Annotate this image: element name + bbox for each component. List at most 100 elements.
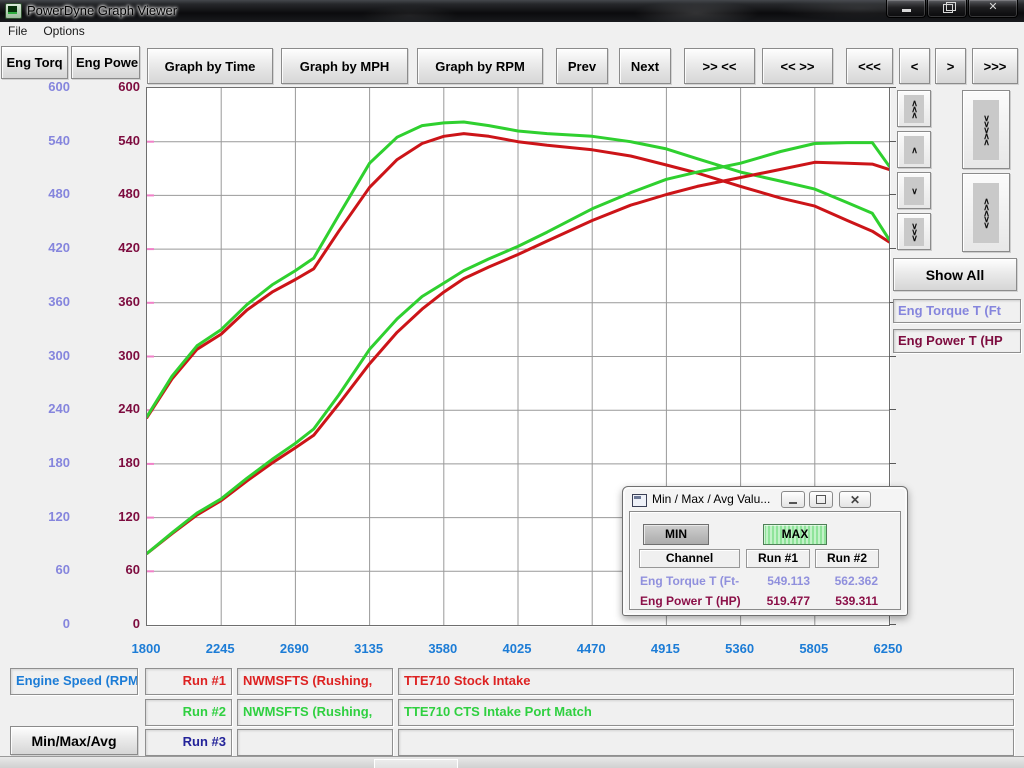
toolbar-button-symbol[interactable]: >> << [684, 48, 755, 84]
toolbar-button-graph-by-rpm[interactable]: Graph by RPM [417, 48, 543, 84]
y-axis-tick-power: 540 [88, 133, 140, 148]
toolbar-button-symbol[interactable]: > [935, 48, 966, 84]
scroll-down-fast-icon: ∨∨∨ [904, 218, 924, 246]
x-axis-tick: 4915 [630, 641, 700, 656]
y-axis-tick-torque: 300 [18, 348, 70, 363]
row-label-eng-power: Eng Power T (HP) [640, 594, 741, 608]
menu-item-options[interactable]: Options [35, 22, 92, 40]
y-axis-tick-torque: 0 [18, 616, 70, 631]
y-axis-tick-power: 0 [88, 616, 140, 631]
x-axis-tick: 3580 [408, 641, 478, 656]
y-axis-tick-torque: 420 [18, 240, 70, 255]
x-axis-tick: 5360 [705, 641, 775, 656]
zoom-out-vertical-button[interactable]: ∧∧∧∨∨ [962, 173, 1010, 252]
tab-eng-power[interactable]: Eng Powe [71, 46, 140, 79]
toolbar-button-prev[interactable]: Prev [556, 48, 608, 84]
y-axis-tick-torque: 180 [18, 455, 70, 470]
min-toggle-button[interactable]: MIN [643, 524, 709, 545]
menu-item-file[interactable]: File [0, 22, 35, 40]
taskbar-peek [374, 759, 458, 768]
value-power-run1: 519.477 [740, 594, 810, 608]
min-max-avg-button[interactable]: Min/Max/Avg [10, 726, 138, 755]
y-axis-tick-torque: 540 [18, 133, 70, 148]
channel-item-eng-torque-label: Eng Torque T (Ft [898, 303, 1001, 318]
maximize-icon [943, 4, 953, 13]
zoom-in-vertical-icon: ∨∨∨∧∧ [973, 100, 999, 160]
scroll-up-fast-button[interactable]: ∧∧∧ [897, 90, 931, 127]
y-axis-tick-torque: 120 [18, 509, 70, 524]
scroll-up-fast-icon: ∧∧∧ [904, 95, 924, 123]
channel-item-eng-torque[interactable]: Eng Torque T (Ft [893, 299, 1021, 323]
scroll-up-button[interactable]: ∧ [897, 131, 931, 168]
toolbar-button-graph-by-mph[interactable]: Graph by MPH [281, 48, 408, 84]
run-3-comment-field [237, 729, 393, 756]
x-axis-tick: 4025 [482, 641, 552, 656]
dialog-close-button[interactable]: ✕ [839, 491, 871, 508]
y-axis-tick-torque: 480 [18, 186, 70, 201]
scroll-down-icon: ∨ [904, 177, 924, 205]
dialog-close-icon: ✕ [850, 493, 860, 507]
right-axis-tick [889, 409, 896, 410]
tab-eng-torque[interactable]: Eng Torq [1, 46, 68, 79]
y-axis-tick-power: 300 [88, 348, 140, 363]
x-axis-channel-box: Engine Speed (RPM [10, 668, 138, 695]
scroll-up-icon: ∧ [904, 136, 924, 164]
y-axis-tick-power: 60 [88, 562, 140, 577]
y-axis-tick-torque: 600 [18, 79, 70, 94]
minimize-button[interactable] [886, 0, 926, 18]
y-axis-tick-power: 180 [88, 455, 140, 470]
row-label-eng-torque: Eng Torque T (Ft- [640, 574, 739, 588]
scroll-down-button[interactable]: ∨ [897, 172, 931, 209]
toolbar-button-symbol[interactable]: <<< [846, 48, 893, 84]
minimize-icon [902, 9, 911, 12]
run-1-comment-field: NWMSFTS (Rushing, [237, 668, 393, 695]
dialog-restore-button[interactable] [809, 491, 833, 508]
close-icon: ✕ [988, 1, 997, 13]
x-axis-tick: 2245 [185, 641, 255, 656]
app-icon [5, 3, 22, 19]
close-button[interactable]: ✕ [968, 0, 1018, 18]
zoom-out-vertical-icon: ∧∧∧∨∨ [973, 183, 999, 243]
dialog-minimize-button[interactable] [781, 491, 805, 508]
x-axis-tick: 2690 [259, 641, 329, 656]
y-axis-tick-power: 420 [88, 240, 140, 255]
toolbar-button-symbol[interactable]: < [899, 48, 930, 84]
run-2-description-field: TTE710 CTS Intake Port Match [398, 699, 1014, 726]
y-axis-tick-torque: 240 [18, 401, 70, 416]
toolbar-button-symbol[interactable]: << >> [762, 48, 833, 84]
x-axis-tick: 3135 [334, 641, 404, 656]
toolbar-button-graph-by-time[interactable]: Graph by Time [147, 48, 273, 84]
minmax-dialog-titlebar[interactable]: Min / Max / Avg Valu... ✕ [623, 487, 907, 511]
menu-bar: FileOptions [0, 22, 1024, 40]
show-all-button[interactable]: Show All [893, 258, 1017, 291]
right-axis-tick [889, 463, 896, 464]
toolbar-button-symbol[interactable]: >>> [972, 48, 1018, 84]
max-toggle-button[interactable]: MAX [763, 524, 827, 545]
run-2-label[interactable]: Run #2 [145, 699, 232, 726]
tab-eng-torque-label: Eng Torq [6, 55, 62, 70]
run-1-label[interactable]: Run #1 [145, 668, 232, 695]
minmax-dialog: Min / Max / Avg Valu... ✕ MIN MAX Channe… [622, 486, 908, 616]
channel-item-eng-power-label: Eng Power T (HP [898, 333, 1003, 348]
y-axis-tick-power: 240 [88, 401, 140, 416]
run-1-description-field: TTE710 Stock Intake [398, 668, 1014, 695]
channel-item-eng-power[interactable]: Eng Power T (HP [893, 329, 1021, 353]
right-axis-tick [889, 194, 896, 195]
maximize-button[interactable] [927, 0, 967, 18]
x-axis-tick: 6250 [853, 641, 923, 656]
y-axis-tick-power: 360 [88, 294, 140, 309]
minmax-dialog-title: Min / Max / Avg Valu... [652, 492, 770, 506]
min-max-avg-label: Min/Max/Avg [31, 733, 116, 749]
run-3-label[interactable]: Run #3 [145, 729, 232, 756]
toolbar-button-next[interactable]: Next [619, 48, 671, 84]
run-3-description-field [398, 729, 1014, 756]
dialog-icon [632, 494, 647, 507]
value-power-run2: 539.311 [808, 594, 878, 608]
minmax-dialog-body: MIN MAX Channel Run #1 Run #2 Eng Torque… [629, 511, 901, 610]
y-axis-tick-torque: 360 [18, 294, 70, 309]
y-axis-tick-torque: 60 [18, 562, 70, 577]
y-axis-tick-power: 120 [88, 509, 140, 524]
dialog-restore-icon [816, 495, 826, 504]
scroll-down-fast-button[interactable]: ∨∨∨ [897, 213, 931, 250]
zoom-in-vertical-button[interactable]: ∨∨∨∧∧ [962, 90, 1010, 169]
